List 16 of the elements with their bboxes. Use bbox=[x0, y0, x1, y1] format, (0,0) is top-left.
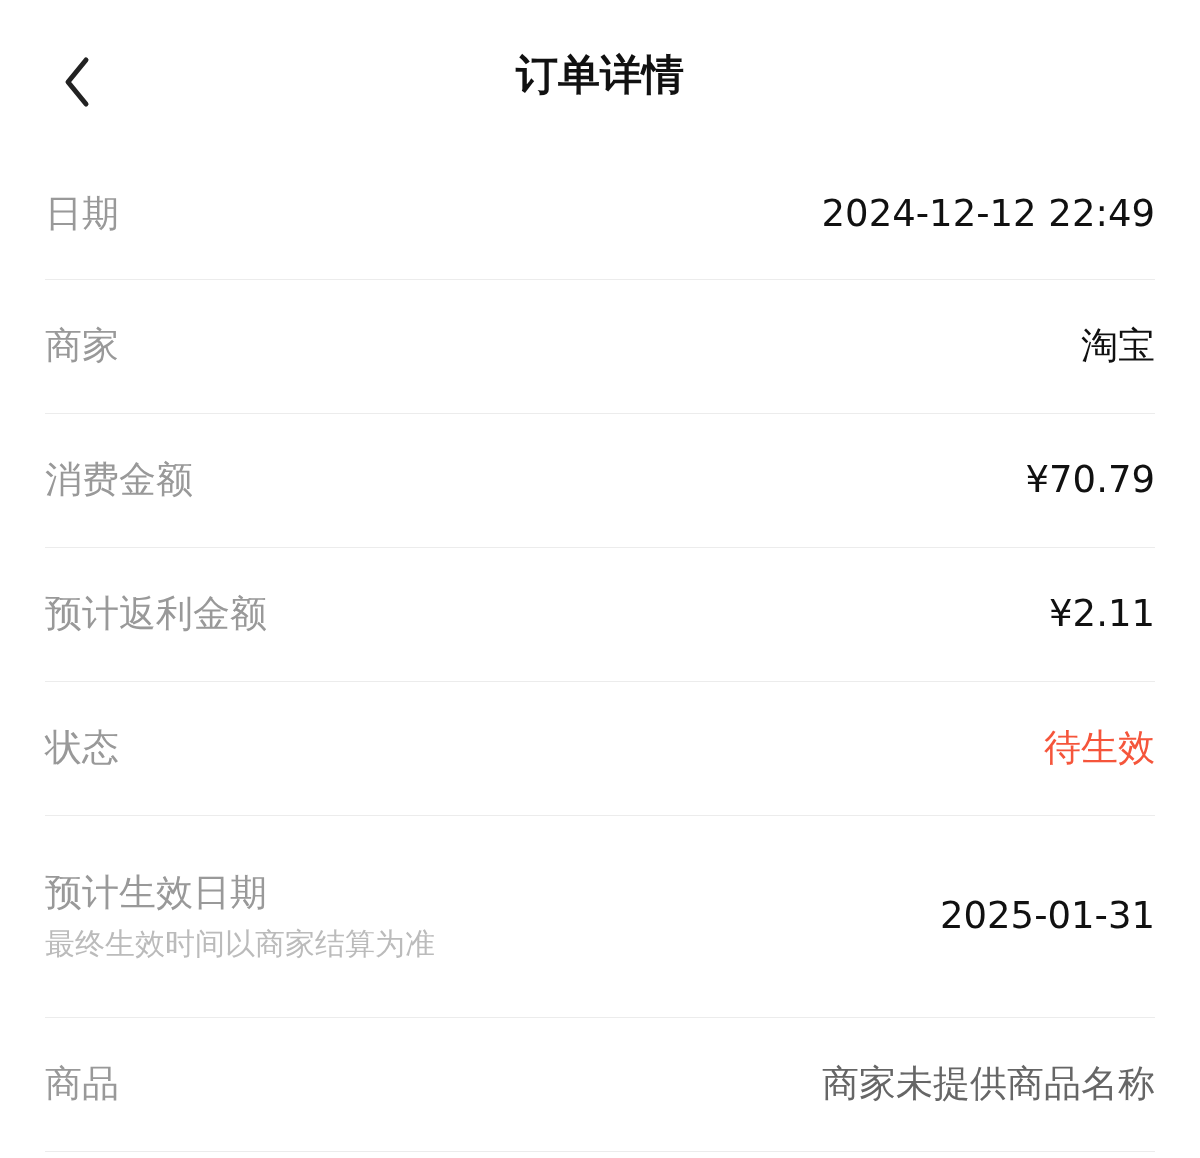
field-value: 淘宝 bbox=[1081, 324, 1155, 369]
field-label: 商品 bbox=[45, 1062, 119, 1107]
field-value: ¥70.79 bbox=[1025, 458, 1155, 503]
field-label: 状态 bbox=[45, 726, 119, 771]
field-label: 消费金额 bbox=[45, 458, 193, 503]
page-title: 订单详情 bbox=[516, 54, 684, 96]
status-value: 待生效 bbox=[1044, 726, 1155, 771]
field-value: ¥2.11 bbox=[1049, 592, 1155, 637]
field-value: 2025-01-31 bbox=[939, 894, 1155, 939]
field-note: 最终生效时间以商家结算为准 bbox=[45, 925, 435, 962]
field-label: 预计返利金额 bbox=[45, 592, 267, 637]
field-label: 商家 bbox=[45, 324, 119, 369]
field-label: 预计生效日期 bbox=[45, 871, 268, 916]
field-value: 商家未提供商品名称 bbox=[822, 1062, 1155, 1107]
field-label: 日期 bbox=[45, 192, 119, 237]
field-value: 2024-12-12 22:49 bbox=[821, 192, 1155, 237]
